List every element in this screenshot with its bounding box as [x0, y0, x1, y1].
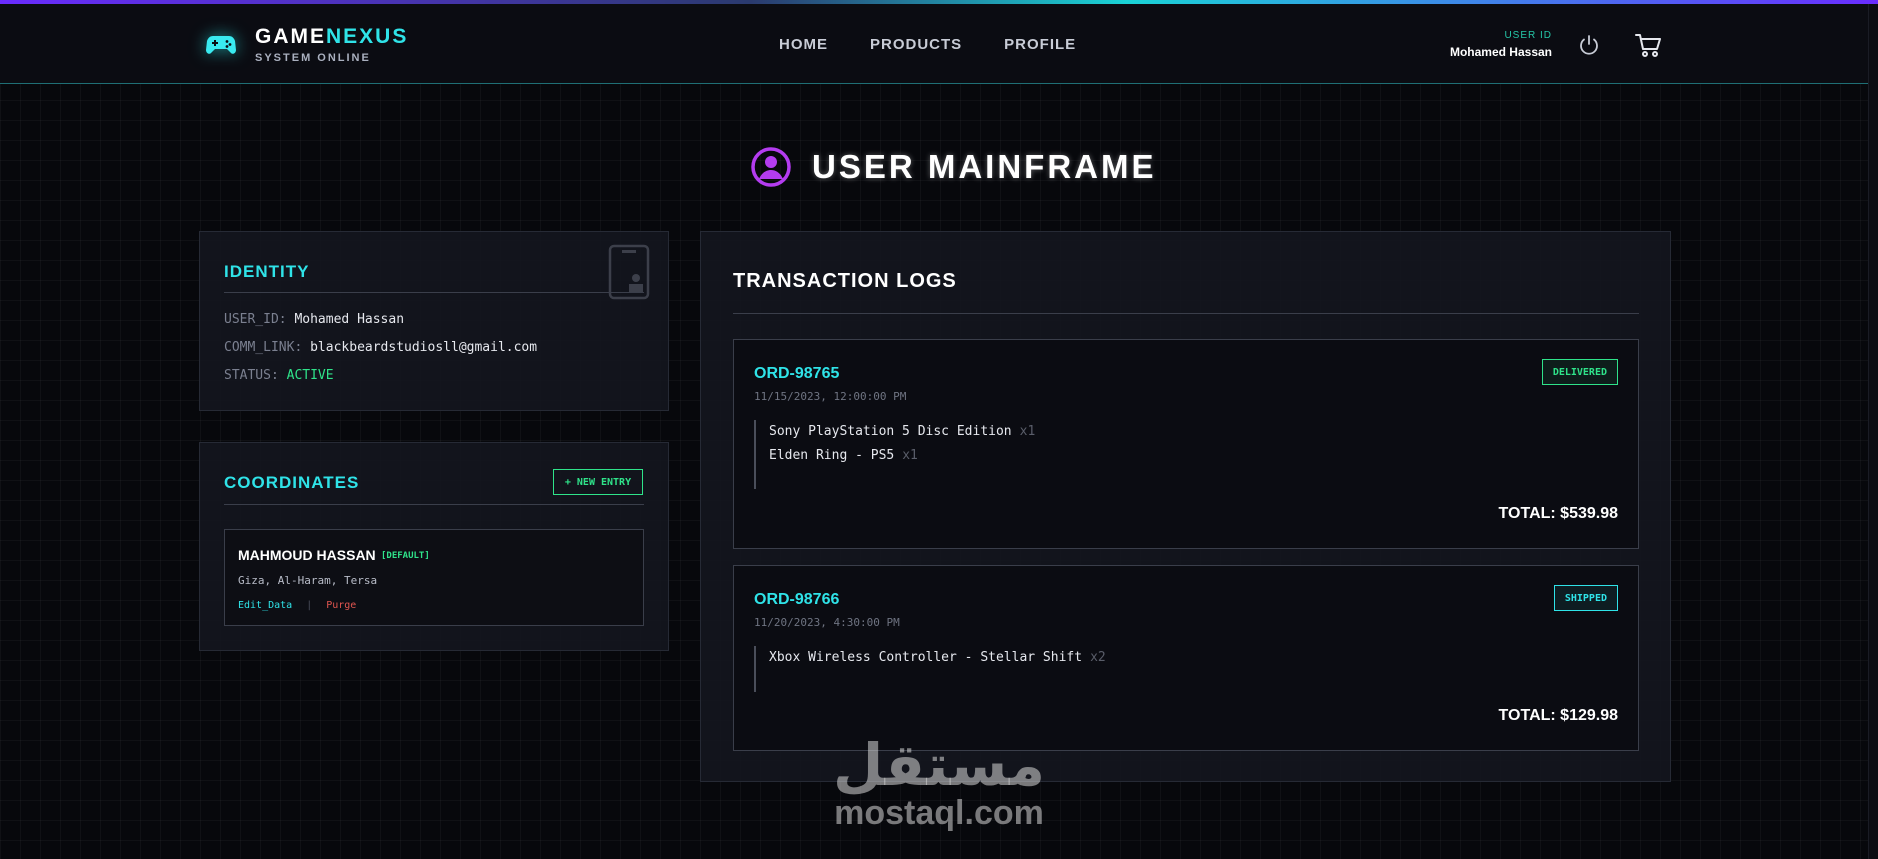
cart-button[interactable] [1633, 30, 1663, 60]
status-key: STATUS: [224, 368, 279, 383]
transactions-divider [733, 313, 1639, 314]
order-id: ORD-98766 [754, 591, 840, 608]
nav-profile[interactable]: PROFILE [1004, 36, 1076, 53]
main-nav: HOME PRODUCTS PROFILE [779, 36, 1118, 53]
page-scrollbar[interactable] [1868, 4, 1878, 859]
default-badge: [DEFAULT] [381, 551, 430, 561]
user-name: Mohamed Hassan [1449, 45, 1552, 59]
order-total: TOTAL: $129.98 [1498, 707, 1618, 724]
address-card: MAHMOUD HASSAN [DEFAULT] Giza, Al-Haram,… [224, 529, 644, 626]
status-field: STATUS: ACTIVE [224, 368, 334, 383]
purge-address-link[interactable]: Purge [326, 600, 356, 611]
item-qty: x1 [902, 448, 918, 463]
order-total: TOTAL: $539.98 [1498, 505, 1618, 522]
coordinates-divider [224, 504, 644, 505]
identity-panel: IDENTITY USER_ID: Mohamed Hassan COMM_LI… [199, 231, 669, 411]
item-name: Xbox Wireless Controller - Stellar Shift [769, 650, 1083, 665]
address-line: Giza, Al-Haram, Tersa [238, 574, 378, 587]
order-card[interactable]: ORD-98766 11/20/2023, 4:30:00 PM SHIPPED… [733, 565, 1639, 751]
order-item: Sony PlayStation 5 Disc Edition x1 [769, 420, 1035, 444]
item-qty: x2 [1090, 650, 1106, 665]
power-icon [1580, 35, 1598, 55]
user-id-value: Mohamed Hassan [294, 312, 405, 327]
status-value: ACTIVE [286, 368, 334, 383]
brand-logo[interactable]: GAMENEXUS SYSTEM ONLINE [205, 26, 408, 64]
order-items: Xbox Wireless Controller - Stellar Shift… [754, 646, 1106, 692]
comm-link-field: COMM_LINK: blackbeardstudiosll@gmail.com [224, 340, 537, 355]
address-name: MAHMOUD HASSAN [238, 547, 376, 563]
edit-address-link[interactable]: Edit_Data [238, 600, 292, 611]
item-qty: x1 [1019, 424, 1036, 439]
system-status: SYSTEM ONLINE [255, 52, 371, 64]
order-card[interactable]: ORD-98765 11/15/2023, 12:00:00 PM DELIVE… [733, 339, 1639, 549]
new-entry-button[interactable]: + NEW ENTRY [553, 469, 643, 495]
nav-products[interactable]: PRODUCTS [870, 36, 962, 53]
user-info: USER ID Mohamed Hassan [1450, 30, 1552, 59]
user-id-label: USER ID [1504, 30, 1552, 41]
identity-divider [224, 292, 644, 293]
order-item: Elden Ring - PS5 x1 [769, 444, 1035, 468]
site-header: GAMENEXUS SYSTEM ONLINE HOME PRODUCTS PR… [0, 4, 1868, 84]
order-items: Sony PlayStation 5 Disc Edition x1 Elden … [754, 420, 1035, 489]
page-title: USER MAINFRAME [812, 148, 1157, 185]
logout-button[interactable] [1576, 32, 1602, 58]
status-badge: DELIVERED [1541, 359, 1618, 385]
status-badge: SHIPPED [1553, 585, 1618, 611]
identity-title: IDENTITY [224, 262, 310, 281]
order-id: ORD-98765 [754, 365, 840, 382]
comm-link-key: COMM_LINK: [224, 340, 303, 355]
nav-home[interactable]: HOME [779, 36, 828, 53]
gamepad-icon [205, 29, 237, 61]
transactions-panel: TRANSACTION LOGS ORD-98765 11/15/2023, 1… [700, 231, 1671, 782]
user-id-key: USER_ID: [224, 312, 287, 327]
action-separator: | [306, 600, 313, 611]
coordinates-panel: COORDINATES + NEW ENTRY MAHMOUD HASSAN [… [199, 442, 669, 651]
watermark-latin: mostaql.com [834, 794, 1044, 832]
user-circle-icon [751, 147, 791, 187]
watermark-arabic: مستقل [832, 731, 1046, 799]
coordinates-title: COORDINATES [224, 473, 360, 492]
transactions-title: TRANSACTION LOGS [733, 270, 957, 292]
brand-name-primary: GAME [255, 25, 326, 48]
cart-icon [1635, 34, 1661, 57]
watermark: مستقل mostaql.com [826, 736, 1052, 832]
item-name: Elden Ring - PS5 [769, 448, 895, 463]
address-actions: Edit_Data | Purge [238, 600, 356, 611]
page-heading: USER MAINFRAME [750, 146, 1157, 188]
brand-name: GAMENEXUS [255, 26, 408, 48]
brand-text: GAMENEXUS SYSTEM ONLINE [255, 26, 408, 65]
item-name: Sony PlayStation 5 Disc Edition [769, 424, 1012, 439]
comm-link-value: blackbeardstudiosll@gmail.com [310, 340, 538, 355]
order-date: 11/15/2023, 12:00:00 PM [754, 390, 907, 403]
order-date: 11/20/2023, 4:30:00 PM [754, 616, 900, 629]
user-id-field: USER_ID: Mohamed Hassan [224, 312, 404, 327]
brand-name-accent: NEXUS [326, 25, 409, 48]
order-item: Xbox Wireless Controller - Stellar Shift… [769, 646, 1106, 670]
